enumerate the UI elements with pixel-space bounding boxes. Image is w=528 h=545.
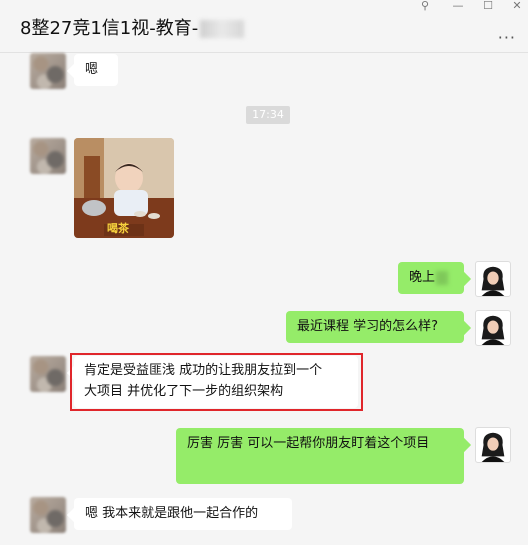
user-portrait-icon — [481, 432, 505, 462]
message-bubble-received[interactable]: 嗯 我本来就是跟他一起合作的 — [74, 498, 292, 530]
message-bubble-sent[interactable]: 最近课程 学习的怎么样? — [286, 311, 464, 343]
message-text: 嗯 我本来就是跟他一起合作的 — [85, 506, 259, 521]
message-text: 晚上 — [409, 270, 436, 285]
message-bubble-sent[interactable]: 晚上 — [398, 262, 464, 294]
chat-title: 8整27竞1信1视-教育- — [20, 14, 245, 40]
message-bubble-received[interactable]: 肯定是受益匪浅 成功的让我朋友拉到一个 大项目 并优化了下一步的组织架构 — [74, 356, 358, 408]
message-text: 厉害 厉害 可以一起帮你朋友盯着这个项目 — [187, 436, 430, 451]
chat-header: 8整27竞1信1视-教育- ⚲ — ☐ ✕ ··· — [0, 0, 528, 53]
contact-avatar[interactable] — [30, 497, 66, 533]
message-timestamp: 17:34 — [246, 106, 290, 124]
photo-caption: 喝茶 — [107, 222, 129, 235]
my-avatar[interactable] — [475, 310, 511, 346]
user-portrait-icon — [481, 315, 505, 345]
contact-avatar[interactable] — [30, 138, 66, 174]
user-portrait-icon — [481, 266, 505, 296]
message-bubble-sent[interactable]: 厉害 厉害 可以一起帮你朋友盯着这个项目 — [176, 428, 464, 484]
message-text: 嗯 — [85, 62, 99, 77]
message-bubble-received[interactable]: 嗯 — [74, 54, 118, 86]
my-avatar[interactable] — [475, 427, 511, 463]
maximize-icon[interactable]: ☐ — [476, 0, 500, 14]
message-text: 最近课程 学习的怎么样? — [297, 319, 439, 334]
close-icon[interactable]: ✕ — [505, 0, 528, 14]
photo-message[interactable]: 喝茶 — [74, 138, 174, 238]
contact-avatar[interactable] — [30, 53, 66, 89]
minimize-icon[interactable]: — — [446, 0, 470, 14]
my-avatar[interactable] — [475, 261, 511, 297]
chat-title-text: 8整27竞1信1视-教育- — [20, 18, 199, 39]
redacted-title-part — [200, 20, 245, 38]
message-text-line: 肯定是受益匪浅 成功的让我朋友拉到一个 — [84, 363, 323, 378]
pin-icon[interactable]: ⚲ — [413, 0, 437, 14]
contact-avatar[interactable] — [30, 356, 66, 392]
message-text-line: 大项目 并优化了下一步的组织架构 — [84, 384, 284, 399]
more-options-icon[interactable]: ··· — [498, 28, 516, 47]
redacted-text — [436, 270, 449, 285]
